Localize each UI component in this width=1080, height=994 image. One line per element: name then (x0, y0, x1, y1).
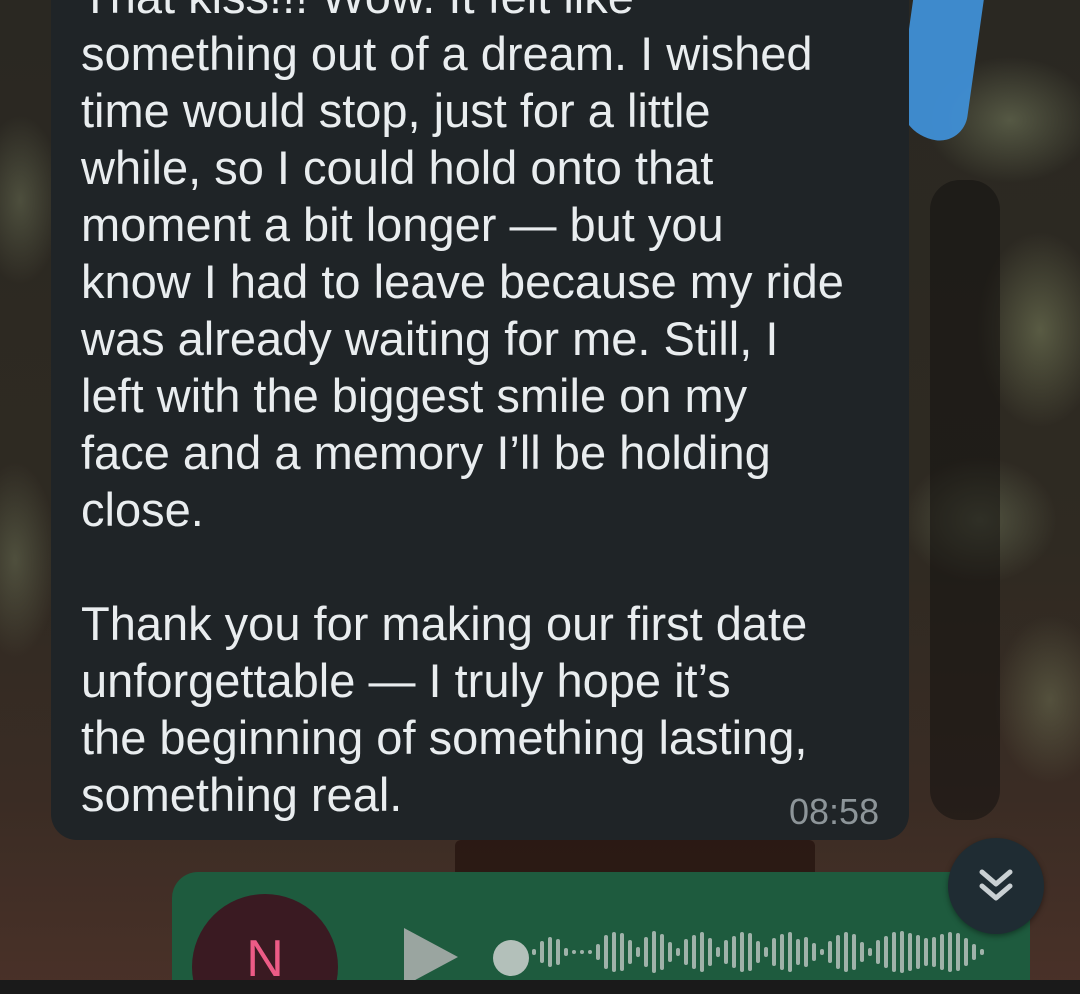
waveform-bar (924, 938, 928, 966)
waveform-bar (556, 939, 560, 965)
waveform-bar (804, 937, 808, 967)
waveform-bar (772, 938, 776, 966)
waveform-bar (796, 939, 800, 965)
waveform-bar (788, 932, 792, 972)
waveform-bar (580, 950, 584, 954)
waveform-bar (548, 937, 552, 967)
waveform-bar (572, 950, 576, 954)
double-chevron-down-icon (979, 869, 1013, 901)
waveform-bar (860, 942, 864, 962)
waveform-bar (932, 937, 936, 967)
waveform-bar (676, 948, 680, 956)
waveform-bar (532, 949, 536, 955)
play-icon[interactable] (400, 926, 460, 988)
waveform-bar (828, 941, 832, 963)
waveform-bar (620, 933, 624, 971)
waveform-bar (908, 933, 912, 971)
avatar[interactable]: N (192, 894, 338, 994)
waveform-bar (668, 942, 672, 962)
waveform-bar (716, 947, 720, 957)
waveform-bar (876, 940, 880, 964)
waveform-bar (780, 934, 784, 970)
waveform-bar (884, 936, 888, 968)
waveform-bar (916, 935, 920, 969)
waveform-bar (604, 935, 608, 969)
waveform-bar (748, 933, 752, 971)
waveform-bar (980, 949, 984, 955)
waveform-bar (628, 940, 632, 964)
message-timestamp: 08:58 (789, 791, 880, 832)
voice-waveform[interactable] (524, 922, 984, 982)
waveform-bar (692, 935, 696, 969)
waveform-bar (812, 943, 816, 961)
waveform-bar (892, 932, 896, 972)
waveform-bar (644, 937, 648, 967)
waveform-bar (612, 932, 616, 972)
waveform-bar (948, 932, 952, 972)
waveform-bar (900, 931, 904, 973)
waveform-bar (844, 932, 848, 972)
voice-message-bubble[interactable]: N (172, 872, 1030, 994)
waveform-bar (732, 936, 736, 968)
waveform-bar (684, 939, 688, 965)
waveform-bar (588, 950, 592, 954)
wallpaper-decoration (930, 180, 1000, 820)
waveform-bar (764, 947, 768, 957)
waveform-bar (852, 934, 856, 970)
waveform-bar (836, 935, 840, 969)
scroll-to-bottom-button[interactable] (948, 838, 1044, 934)
waveform-bar (956, 933, 960, 971)
waveform-bar (700, 932, 704, 972)
waveform-bar (652, 931, 656, 973)
waveform-bar (940, 934, 944, 970)
waveform-bar (820, 949, 824, 955)
waveform-bar (724, 940, 728, 964)
waveform-bar (708, 938, 712, 966)
waveform-bar (964, 938, 968, 966)
waveform-bar (540, 941, 544, 963)
waveform-bar (756, 941, 760, 963)
waveform-bar (564, 948, 568, 956)
waveform-bar (636, 947, 640, 957)
waveform-bar (660, 934, 664, 970)
message-text: That kiss!!! Wow. It felt like something… (81, 0, 844, 821)
waveform-bar (596, 944, 600, 960)
bottom-edge (0, 980, 1080, 994)
waveform-bar (740, 932, 744, 972)
waveform-bar (972, 944, 976, 960)
waveform-bar (868, 948, 872, 956)
